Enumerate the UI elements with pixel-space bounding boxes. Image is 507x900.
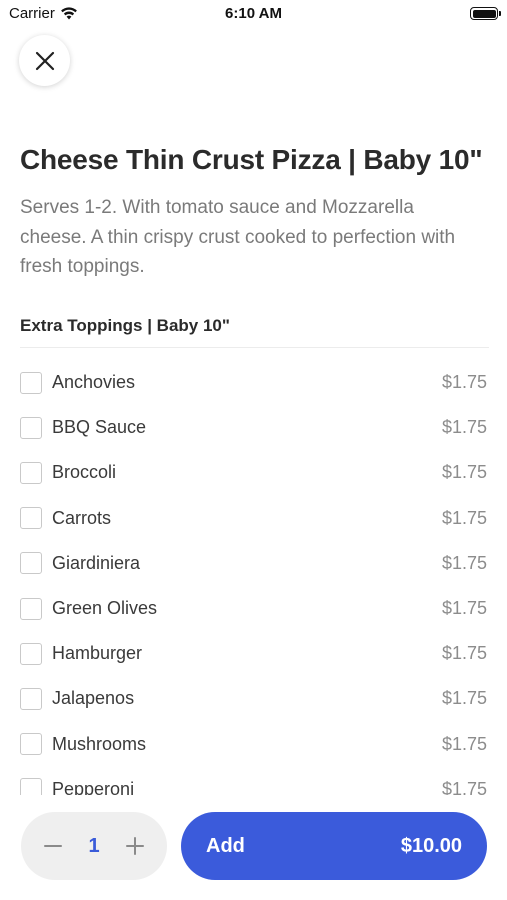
topping-row[interactable]: Jalapenos $1.75 (0, 676, 507, 721)
close-button[interactable] (19, 35, 70, 86)
topping-checkbox[interactable] (20, 371, 42, 394)
topping-name: Anchovies (52, 372, 136, 393)
topping-checkbox[interactable] (20, 733, 42, 756)
bottom-action-bar: 1 Add $10.00 (0, 795, 507, 900)
topping-price: $1.75 (441, 552, 487, 573)
topping-row[interactable]: BBQ Sauce $1.75 (0, 405, 507, 450)
topping-checkbox[interactable] (20, 597, 42, 620)
topping-row[interactable]: Broccoli $1.75 (0, 450, 507, 495)
decrement-button[interactable] (41, 834, 65, 858)
battery-icon (470, 7, 501, 20)
add-to-cart-button[interactable]: Add $10.00 (181, 812, 487, 880)
topping-checkbox[interactable] (20, 507, 42, 530)
topping-row[interactable]: Giardiniera $1.75 (0, 541, 507, 586)
topping-price: $1.75 (441, 417, 487, 438)
topping-name: Green Olives (52, 598, 158, 619)
topping-price: $1.75 (441, 733, 487, 754)
toppings-list: Anchovies $1.75 BBQ Sauce $1.75 Broccoli… (0, 360, 507, 795)
topping-name: Giardiniera (52, 552, 141, 573)
topping-price: $1.75 (441, 372, 487, 393)
topping-price: $1.75 (441, 688, 487, 709)
minus-icon (44, 845, 62, 847)
topping-price: $1.75 (441, 507, 487, 528)
topping-name: Broccoli (52, 462, 117, 483)
topping-name: BBQ Sauce (52, 417, 147, 438)
plus-icon (126, 837, 144, 855)
topping-name: Carrots (52, 507, 112, 528)
add-button-label: Add (206, 834, 245, 857)
item-title: Cheese Thin Crust Pizza | Baby 10" (20, 144, 483, 175)
topping-row[interactable]: Green Olives $1.75 (0, 586, 507, 631)
topping-price: $1.75 (441, 643, 487, 664)
quantity-value: 1 (88, 834, 100, 857)
add-button-total: $10.00 (400, 834, 462, 857)
topping-row[interactable]: Anchovies $1.75 (0, 360, 507, 405)
topping-name: Mushrooms (52, 733, 147, 754)
topping-price: $1.75 (441, 778, 487, 795)
topping-checkbox[interactable] (20, 552, 42, 575)
topping-checkbox[interactable] (20, 642, 42, 665)
topping-row[interactable]: Hamburger $1.75 (0, 631, 507, 676)
close-icon (35, 51, 54, 70)
topping-row[interactable]: Mushrooms $1.75 (0, 722, 507, 767)
topping-checkbox[interactable] (20, 461, 42, 484)
topping-name: Hamburger (52, 643, 143, 664)
item-description: Serves 1-2. With tomato sauce and Mozzar… (20, 197, 456, 277)
increment-button[interactable] (123, 834, 147, 858)
topping-checkbox[interactable] (20, 778, 42, 795)
quantity-stepper: 1 (21, 812, 167, 880)
topping-row[interactable]: Pepperoni $1.75 (0, 767, 507, 795)
topping-price: $1.75 (441, 462, 487, 483)
section-title: Extra Toppings | Baby 10" (20, 316, 230, 335)
status-time: 6:10 AM (225, 5, 282, 22)
topping-price: $1.75 (441, 598, 487, 619)
topping-name: Jalapenos (52, 688, 135, 709)
section-divider (20, 347, 489, 348)
topping-row[interactable]: Carrots $1.75 (0, 496, 507, 541)
topping-name: Pepperoni (52, 778, 135, 795)
topping-checkbox[interactable] (20, 687, 42, 710)
status-bar: Carrier 6:10 AM (0, 0, 507, 30)
topping-checkbox[interactable] (20, 416, 42, 439)
